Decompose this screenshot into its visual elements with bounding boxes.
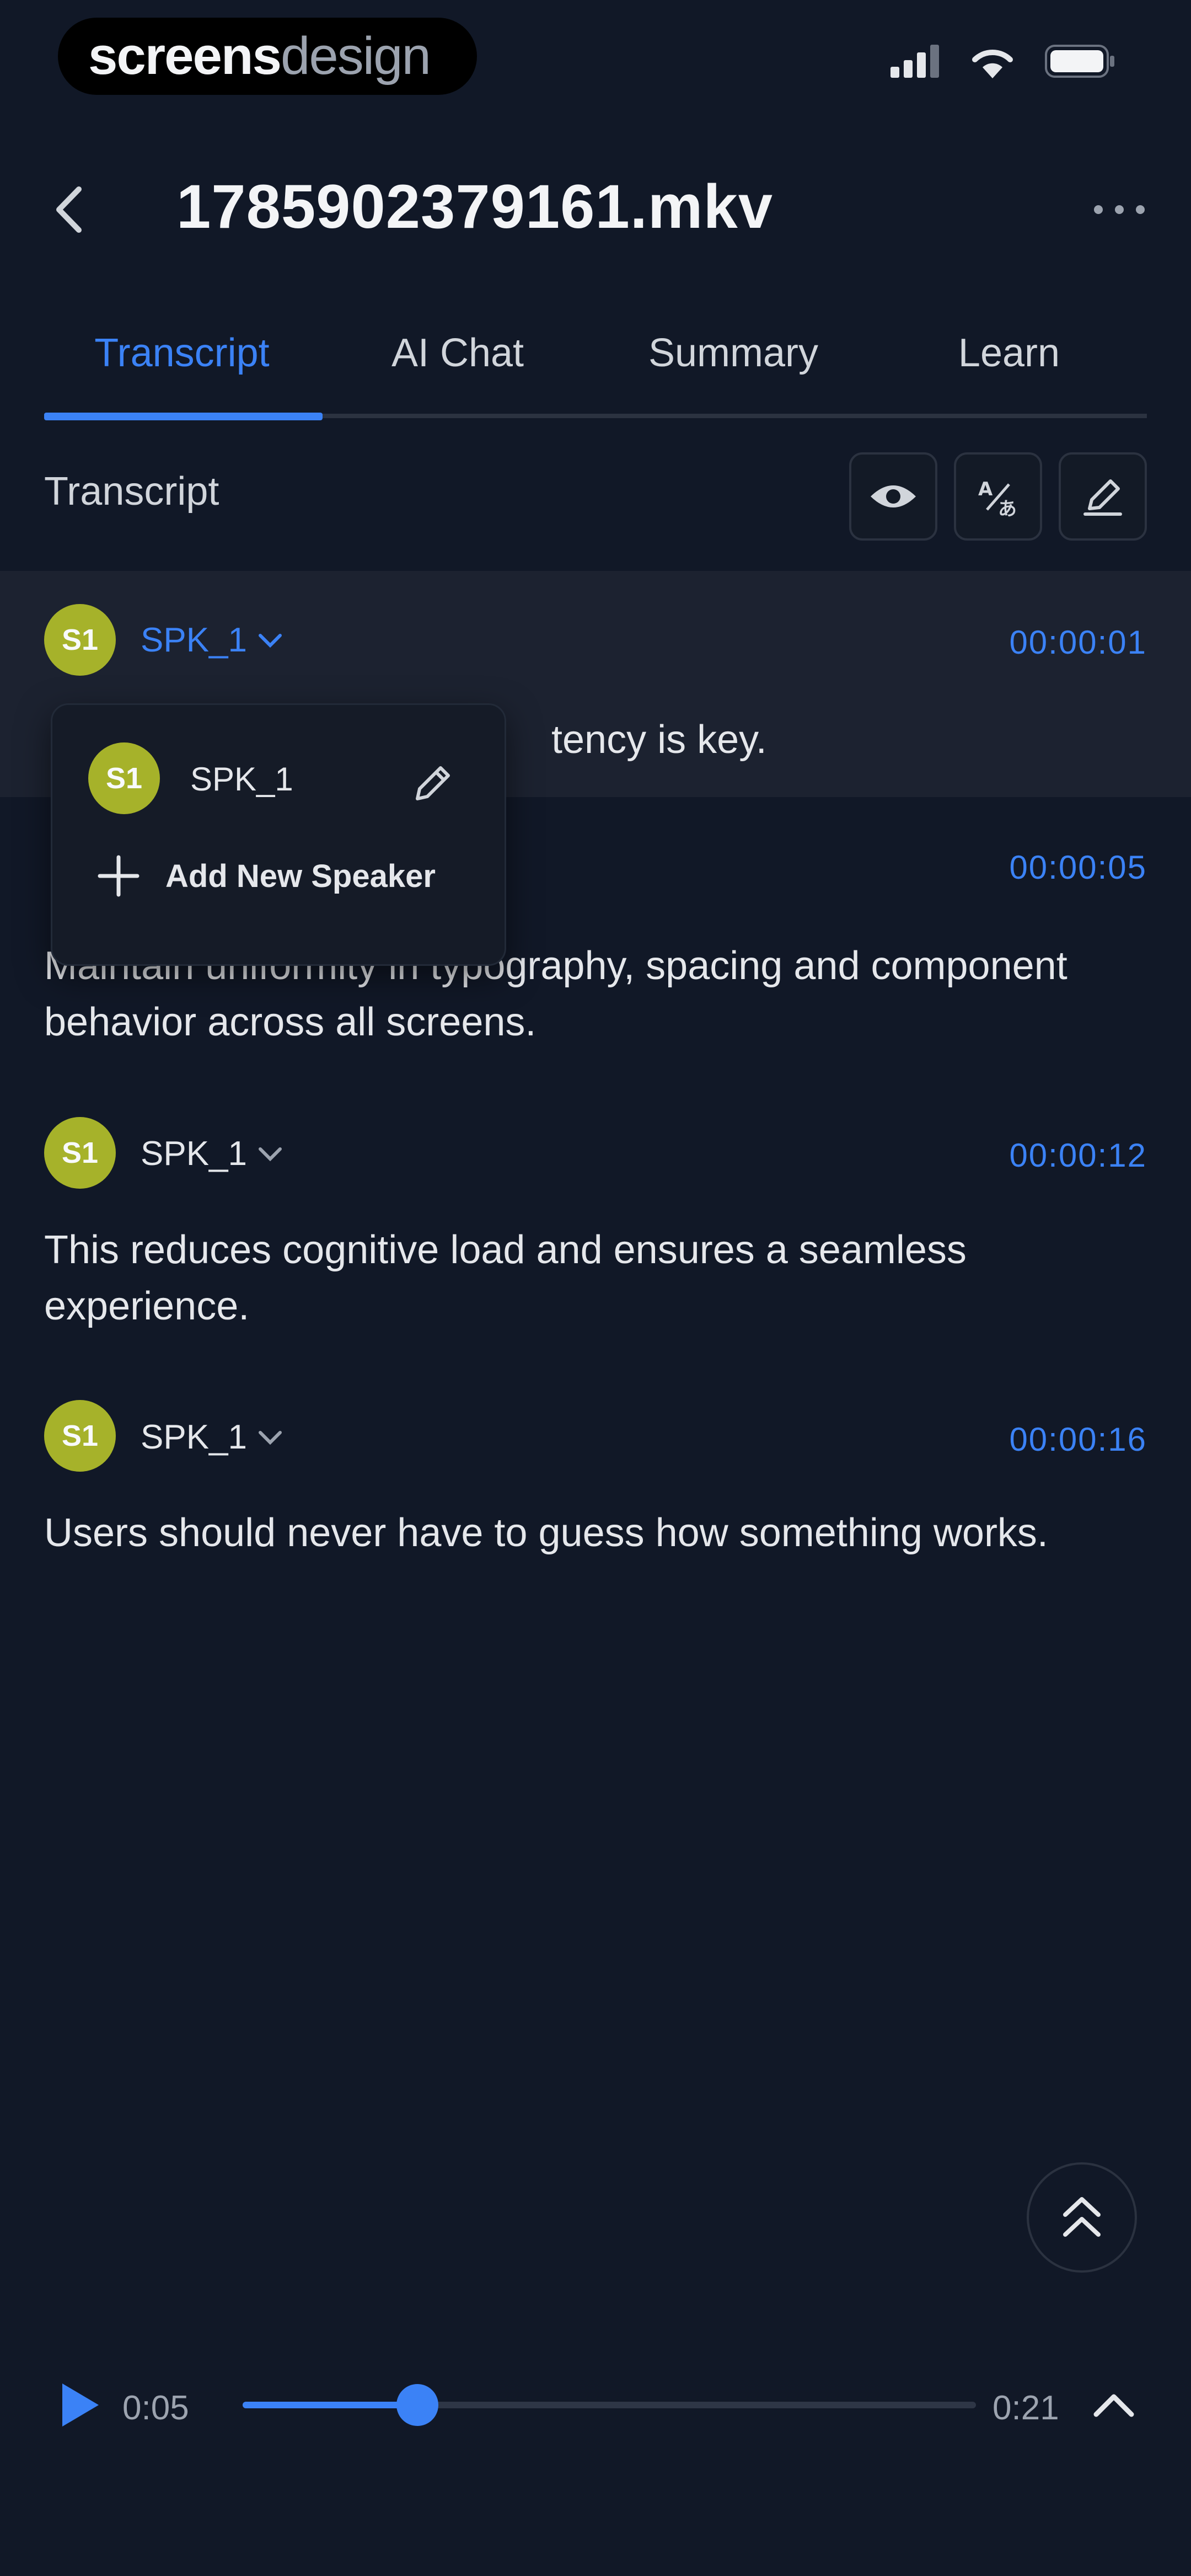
speaker-name: SPK_1	[141, 621, 248, 659]
status-icons	[890, 44, 1117, 78]
expand-player-button[interactable]	[1086, 2383, 1141, 2427]
pencil-icon	[416, 766, 450, 800]
brand-watermark: screens design	[58, 18, 477, 95]
add-speaker-button[interactable]: Add New Speaker	[96, 854, 436, 898]
brand-text-light: design	[280, 26, 431, 85]
speaker-name: SPK_1	[141, 1418, 248, 1456]
speaker-dropdown: S1 SPK_1 Add New Speaker	[51, 703, 506, 966]
tab-summary[interactable]: Summary	[596, 309, 871, 397]
brand-text-bold: screens	[88, 26, 282, 85]
eye-icon	[871, 485, 916, 507]
speaker-selector[interactable]: SPK_1	[141, 1134, 282, 1173]
translate-button[interactable]: A あ	[954, 452, 1042, 541]
tab-ai-chat[interactable]: AI Chat	[320, 309, 596, 397]
svg-text:A: A	[978, 478, 993, 500]
segment-timestamp[interactable]: 00:00:01	[1009, 623, 1147, 661]
play-button[interactable]	[55, 2377, 105, 2433]
chevron-left-icon	[56, 186, 82, 233]
segment-text: This reduces cognitive load and ensures …	[44, 1228, 967, 1328]
segment-timestamp[interactable]: 00:00:16	[1009, 1420, 1147, 1458]
svg-text:あ: あ	[998, 498, 1017, 519]
avatar: S1	[44, 1400, 116, 1472]
battery-icon	[1045, 45, 1114, 78]
segment-text: tency is key.	[551, 718, 767, 762]
edit-transcript-button[interactable]	[1059, 452, 1147, 541]
speaker-option[interactable]: SPK_1	[190, 760, 293, 798]
double-chevron-up-icon	[1063, 2197, 1101, 2237]
tab-active-indicator	[44, 413, 323, 420]
more-icon	[1094, 205, 1145, 214]
speaker-selector[interactable]: SPK_1	[141, 621, 282, 660]
avatar: S1	[44, 1117, 116, 1189]
chevron-up-icon	[1093, 2394, 1134, 2417]
segment-timestamp[interactable]: 00:00:05	[1009, 848, 1147, 886]
more-options-button[interactable]	[1086, 182, 1152, 237]
progress-fill	[243, 2402, 417, 2408]
translate-icon: A あ	[978, 478, 1017, 519]
section-title: Transcript	[44, 469, 219, 514]
scroll-to-top-button[interactable]	[1027, 2162, 1137, 2273]
tab-learn[interactable]: Learn	[871, 309, 1147, 397]
chevron-down-icon	[259, 1430, 282, 1445]
segment-timestamp[interactable]: 00:00:12	[1009, 1136, 1147, 1174]
add-speaker-label: Add New Speaker	[165, 858, 436, 894]
progress-thumb[interactable]	[396, 2384, 438, 2426]
wifi-icon	[972, 50, 1013, 78]
chevron-down-icon	[259, 633, 282, 648]
pen-icon	[1083, 479, 1122, 516]
tab-transcript[interactable]: Transcript	[44, 309, 320, 397]
speaker-name: SPK_1	[141, 1135, 248, 1173]
current-time: 0:05	[122, 2389, 189, 2427]
avatar: S1	[88, 742, 160, 814]
tab-bar: Transcript AI Chat Summary Learn	[44, 309, 1147, 430]
visibility-button[interactable]	[849, 452, 937, 541]
avatar: S1	[44, 604, 116, 676]
speaker-selector[interactable]: SPK_1	[141, 1418, 282, 1457]
chevron-down-icon	[259, 1147, 282, 1161]
play-icon	[62, 2383, 99, 2427]
back-button[interactable]	[44, 177, 94, 243]
plus-icon	[98, 855, 140, 897]
rename-speaker-button[interactable]	[405, 756, 460, 811]
segment-text: Users should never have to guess how som…	[44, 1511, 1048, 1555]
signal-icon	[890, 45, 939, 78]
page-title: 1785902379161.mkv	[176, 172, 774, 241]
total-time: 0:21	[993, 2389, 1059, 2427]
